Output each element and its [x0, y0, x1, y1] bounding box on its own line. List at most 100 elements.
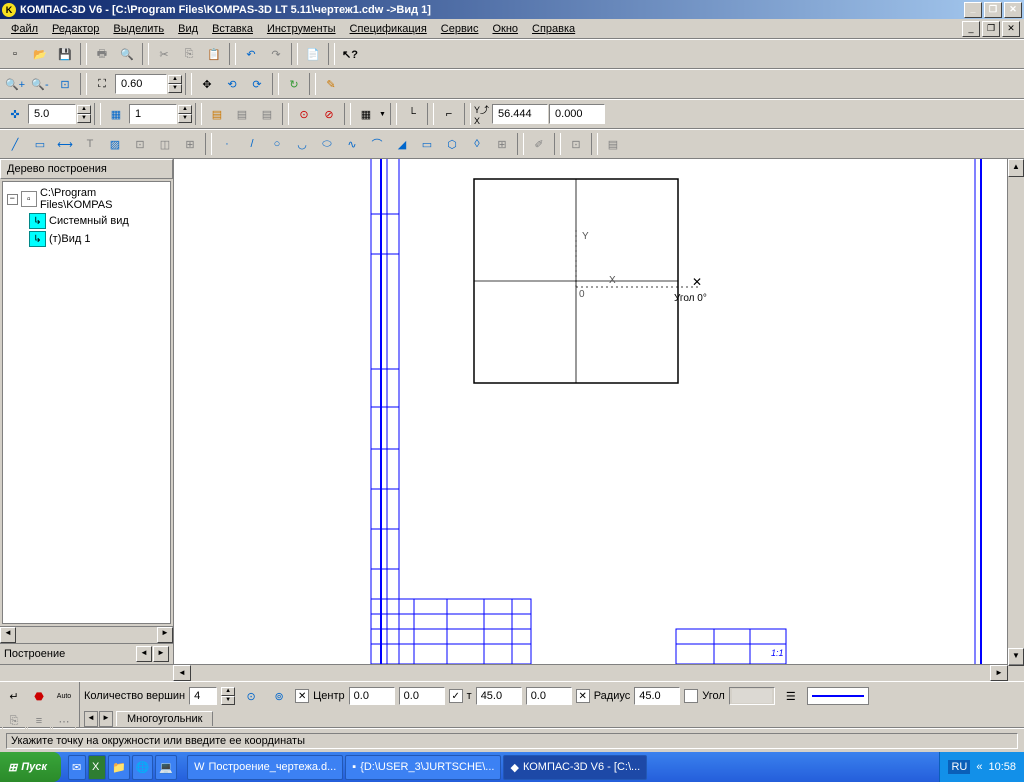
step-spinner[interactable]: ▲▼ [77, 105, 91, 123]
open-button[interactable]: 📂 [28, 42, 52, 66]
tree-scroll-right[interactable]: ► [157, 627, 173, 643]
point-x-field[interactable] [476, 687, 522, 705]
line-style-combo[interactable] [807, 687, 869, 705]
layers2-button[interactable]: ▤ [230, 102, 254, 126]
help-cursor-button[interactable]: ↖? [338, 42, 362, 66]
auto-button[interactable]: Auto [52, 684, 76, 708]
hscroll-right[interactable]: ► [990, 665, 1008, 681]
origin-button[interactable]: ✜ [3, 102, 27, 126]
tree-body[interactable]: − ▫ C:\Program Files\KOMPAS ↳ Системный … [2, 181, 171, 624]
print-button[interactable]: 🖶 [90, 42, 114, 66]
save-button[interactable]: 💾 [53, 42, 77, 66]
tree-root[interactable]: − ▫ C:\Program Files\KOMPAS [7, 186, 166, 212]
zoom-window-button[interactable]: ⊡ [53, 72, 77, 96]
xy-button[interactable]: ⌐ [437, 102, 461, 126]
line-tool[interactable]: ╱ [3, 132, 27, 156]
minimize-button[interactable]: _ [964, 2, 982, 18]
new-button[interactable]: ▫ [3, 42, 27, 66]
bom-tool[interactable]: ▤ [601, 132, 625, 156]
apply-button[interactable]: ↵ [2, 684, 26, 708]
task-cmd[interactable]: ▪{D:\USER_3\JURTSCHE\... [345, 755, 501, 780]
tab-prev-button[interactable]: ◄ [84, 711, 98, 727]
fillet-tool[interactable]: ⌒ [365, 132, 389, 156]
tab-polygon[interactable]: Многоугольник [116, 711, 213, 726]
zoom-in-button[interactable]: 🔍+ [3, 72, 27, 96]
polygon-tool[interactable]: ⬡ [440, 132, 464, 156]
tree-next-button[interactable]: ► [153, 646, 169, 662]
preview-button[interactable]: 🔍 [115, 42, 139, 66]
paste-button[interactable]: 📋 [202, 42, 226, 66]
lang-indicator[interactable]: RU [948, 760, 970, 774]
scroll-up-button[interactable]: ▲ [1008, 159, 1024, 177]
tray-icon[interactable]: « [976, 761, 982, 773]
doc-close-button[interactable]: ✕ [1002, 21, 1020, 37]
menu-help[interactable]: Справка [525, 21, 582, 37]
zoom-next-button[interactable]: ⟳ [245, 72, 269, 96]
point-y-field[interactable] [526, 687, 572, 705]
hscroll-left[interactable]: ◄ [173, 665, 191, 681]
quicklaunch[interactable]: 💻 [155, 755, 177, 780]
coord-y-field[interactable] [549, 104, 605, 124]
ortho-button[interactable]: └ [400, 102, 424, 126]
tree-item-view1[interactable]: ↳ (т)Вид 1 [7, 230, 166, 248]
text-tool[interactable]: T [78, 132, 102, 156]
snap-off-button[interactable]: ⊘ [317, 102, 341, 126]
cut-button[interactable]: ✂ [152, 42, 176, 66]
vertices-field[interactable] [189, 687, 217, 705]
menu-insert[interactable]: Вставка [205, 21, 260, 37]
pan-button[interactable]: ✥ [195, 72, 219, 96]
vscrollbar[interactable]: ▲ ▼ [1007, 159, 1024, 664]
scroll-down-button[interactable]: ▼ [1008, 648, 1024, 666]
quicklaunch[interactable]: ✉ [68, 755, 86, 780]
drawing-canvas[interactable]: 1:1 Y X 0 ✕ Угол 0° [174, 159, 1007, 664]
dim-tool[interactable]: ⟷ [53, 132, 77, 156]
inscribed-button[interactable]: ⊙ [239, 684, 263, 708]
doc-restore-button[interactable]: ❐ [982, 21, 1000, 37]
menu-select[interactable]: Выделить [106, 21, 171, 37]
zoom-out-button[interactable]: 🔍- [28, 72, 52, 96]
collapse-icon[interactable]: − [7, 194, 18, 205]
copy-button[interactable]: ⎘ [177, 42, 201, 66]
grid-button[interactable]: ▦ [354, 102, 378, 126]
more-button[interactable]: ⋯ [52, 709, 76, 733]
measure-tool[interactable]: ⊡ [564, 132, 588, 156]
zoom-fit-button[interactable]: ⛶ [90, 72, 114, 96]
vertices-spinner[interactable]: ▲▼ [221, 687, 235, 705]
layers3-button[interactable]: ▤ [255, 102, 279, 126]
menu-window[interactable]: Окно [485, 21, 525, 37]
memory-button[interactable]: ≡ [27, 709, 51, 733]
layer-icon[interactable]: ▦ [104, 102, 128, 126]
copy-props-button[interactable]: ⎘ [2, 709, 26, 733]
seg-tool[interactable]: / [240, 132, 264, 156]
system-tray[interactable]: RU « 10:58 [939, 752, 1024, 782]
zoom-field[interactable] [115, 74, 167, 94]
point-check[interactable]: ✓ [449, 689, 463, 703]
quicklaunch[interactable]: 📁 [108, 755, 130, 780]
angle-check[interactable] [684, 689, 698, 703]
start-button[interactable]: ⊞Пуск [0, 752, 61, 782]
dim2-tool[interactable]: ⊡ [128, 132, 152, 156]
dim4-tool[interactable]: ⊞ [178, 132, 202, 156]
menu-spec[interactable]: Спецификация [343, 21, 434, 37]
edit-tool[interactable]: ✐ [527, 132, 551, 156]
doc-minimize-button[interactable]: _ [962, 21, 980, 37]
redo-button[interactable]: ↷ [264, 42, 288, 66]
radius-field[interactable] [634, 687, 680, 705]
edit-button[interactable]: ✎ [319, 72, 343, 96]
task-kompas[interactable]: ◆КОМПАС-3D V6 - [C:\... [503, 755, 647, 780]
tree-item-system[interactable]: ↳ Системный вид [7, 212, 166, 230]
quicklaunch[interactable]: 🌐 [132, 755, 154, 780]
center-check[interactable]: ✕ [295, 689, 309, 703]
chamfer-tool[interactable]: ◢ [390, 132, 414, 156]
style-button[interactable]: ☰ [779, 684, 803, 708]
menu-tools[interactable]: Инструменты [260, 21, 343, 37]
close-button[interactable]: ✕ [1004, 2, 1022, 18]
tree-prev-button[interactable]: ◄ [136, 646, 152, 662]
snap-on-button[interactable]: ⊙ [292, 102, 316, 126]
zoom-spinner[interactable]: ▲▼ [168, 75, 182, 93]
restore-button[interactable]: ❐ [984, 2, 1002, 18]
angle-field[interactable] [729, 687, 775, 705]
menu-editor[interactable]: Редактор [45, 21, 106, 37]
zoom-prev-button[interactable]: ⟲ [220, 72, 244, 96]
menu-file[interactable]: Файл [4, 21, 45, 37]
